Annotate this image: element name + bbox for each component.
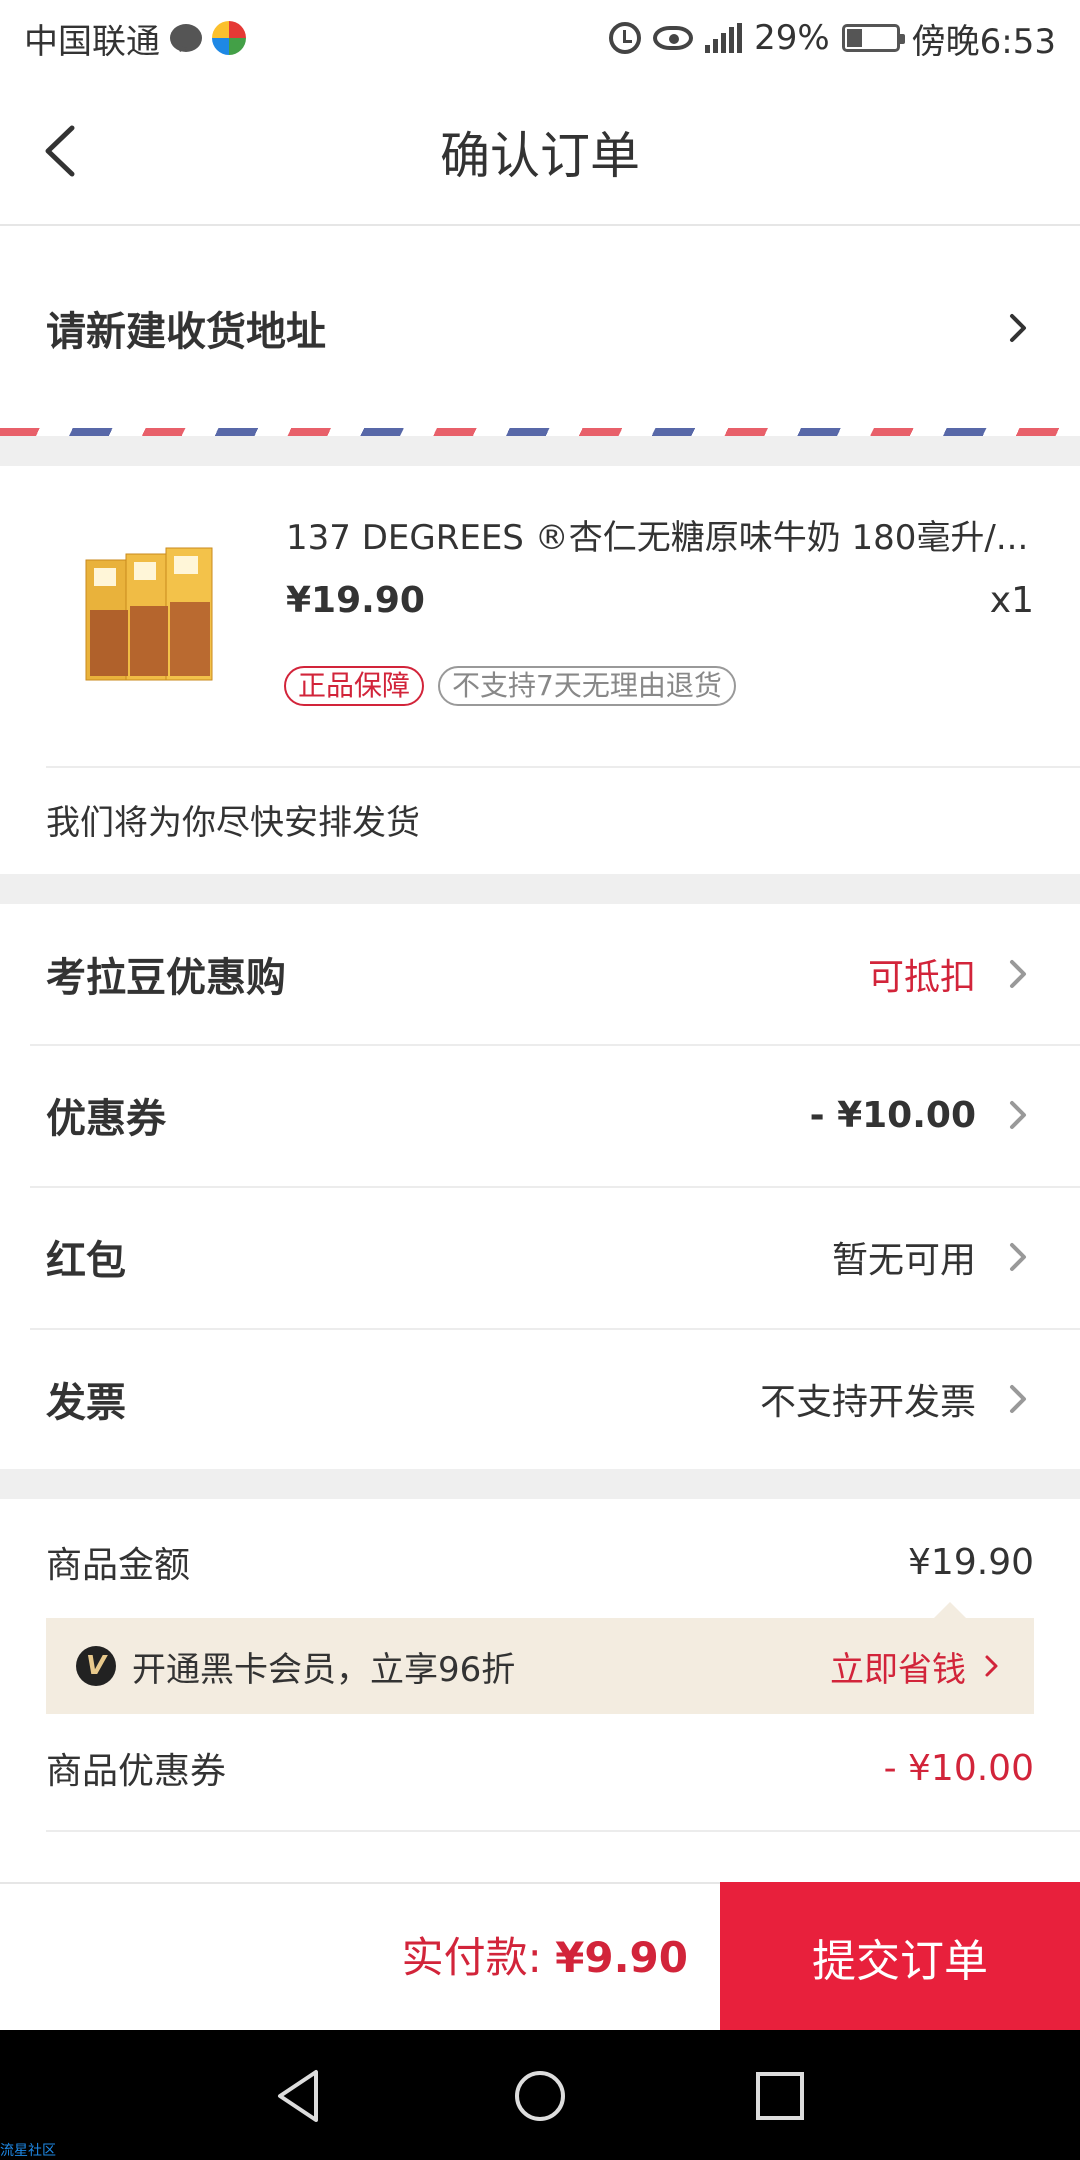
option-label: 优惠券: [46, 1096, 166, 1142]
chevron-right-icon: [1010, 1101, 1026, 1129]
total-payable-label: 实付款:: [401, 1933, 556, 1982]
chat-bubble-icon: [170, 24, 202, 52]
chevron-right-icon: [1010, 1243, 1026, 1271]
nav-recent-apps-icon[interactable]: [750, 2066, 810, 2126]
nav-back-icon[interactable]: [270, 2066, 330, 2126]
vip-badge-icon: V: [76, 1646, 116, 1686]
product-image[interactable]: [80, 540, 220, 690]
battery-icon: [841, 24, 905, 52]
vip-promo-text: 开通黑卡会员，立享96折: [132, 1649, 516, 1690]
total-payable: 实付款: ¥9.90: [402, 1924, 688, 1985]
option-value: 暂无可用: [831, 1240, 976, 1281]
option-label: 发票: [46, 1380, 126, 1426]
kaola-bean-row[interactable]: 考拉豆优惠购 可抵扣: [0, 904, 1080, 1044]
new-address-row[interactable]: 请新建收货地址: [0, 228, 1080, 428]
goods-amount-value: ¥19.90: [908, 1541, 1034, 1583]
page-title: 确认订单: [440, 127, 640, 185]
signal-icon: [705, 23, 743, 53]
carrier-label: 中国联通: [24, 21, 160, 62]
header: 确认订单: [0, 76, 1080, 226]
chevron-right-icon: [1010, 1385, 1026, 1413]
vip-promo-banner[interactable]: V 开通黑卡会员，立享96折 立即省钱: [46, 1602, 1034, 1714]
new-address-label: 请新建收货地址: [46, 309, 326, 355]
chevron-right-icon: [1010, 960, 1026, 988]
invoice-row[interactable]: 发票 不支持开发票: [0, 1329, 1080, 1469]
section-gap: [0, 1469, 1080, 1499]
coupon-discount-value: - ¥10.00: [883, 1747, 1034, 1789]
battery-percent: 29%: [754, 18, 830, 58]
shipping-note: 我们将为你尽快安排发货: [46, 803, 420, 843]
nav-home-icon[interactable]: [510, 2066, 570, 2126]
section-gap: [0, 874, 1080, 904]
no-return-badge: 不支持7天无理由退货: [438, 666, 736, 706]
coupon-discount-row: 商品优惠券 - ¥10.00: [46, 1738, 1034, 1798]
submit-order-button[interactable]: 提交订单: [720, 1882, 1080, 2032]
authentic-guarantee-badge: 正品保障: [284, 666, 425, 706]
vip-save-link[interactable]: 立即省钱: [830, 1642, 966, 1691]
system-nav-bar: 流星社区: [0, 2030, 1080, 2160]
divider: [46, 1830, 1080, 1832]
app-dots-icon: [212, 21, 246, 55]
product-price: ¥19.90: [286, 580, 425, 621]
option-label: 考拉豆优惠购: [46, 955, 286, 1001]
eye-icon: [653, 26, 694, 50]
goods-amount-label: 商品金额: [46, 1545, 191, 1586]
goods-amount-row: 商品金额 ¥19.90: [46, 1532, 1034, 1592]
watermark: 流星社区: [0, 2143, 56, 2159]
option-value: 可抵扣: [867, 957, 976, 998]
total-payable-amount: ¥9.90: [555, 1933, 688, 1982]
chevron-right-icon: [985, 1655, 998, 1677]
section-gap: [0, 436, 1080, 466]
coupon-row[interactable]: 优惠券 - ¥10.00: [0, 1045, 1080, 1185]
option-value: - ¥10.00: [809, 1094, 976, 1136]
status-bar: 中国联通 29% 傍晚6:53: [0, 0, 1080, 76]
divider: [46, 766, 1080, 768]
product-quantity: x1: [989, 580, 1034, 621]
alarm-icon: [609, 22, 642, 54]
option-label: 红包: [46, 1238, 126, 1284]
airmail-border: [0, 428, 1080, 436]
product-title[interactable]: 137 DEGREES ®杏仁无糖原味牛奶 180毫升/...: [286, 510, 1046, 559]
clock: 傍晚6:53: [911, 21, 1056, 62]
option-value: 不支持开发票: [759, 1382, 976, 1423]
chevron-right-icon: [1010, 314, 1026, 342]
coupon-discount-label: 商品优惠券: [46, 1751, 227, 1792]
red-packet-row[interactable]: 红包 暂无可用: [0, 1187, 1080, 1327]
checkout-bar: 实付款: ¥9.90 提交订单: [0, 1882, 1080, 2032]
